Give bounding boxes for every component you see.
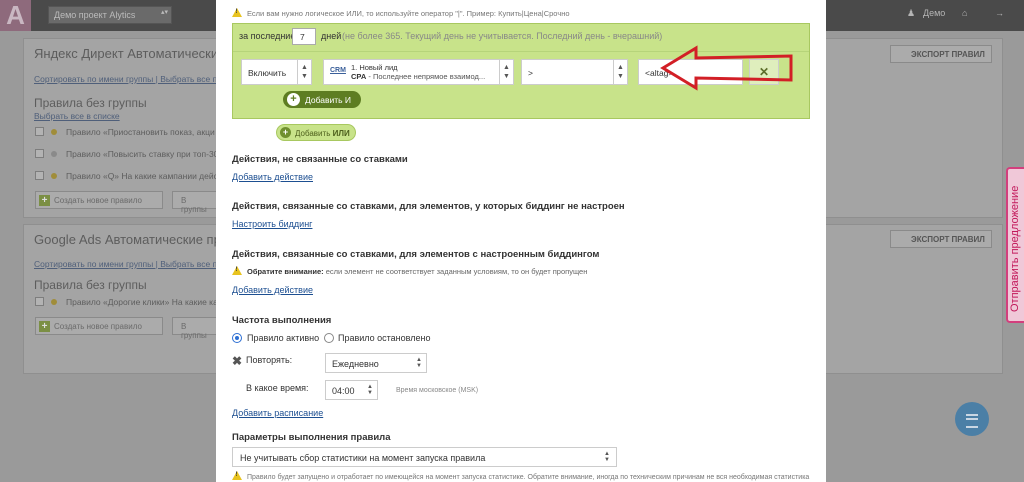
updown-icon: ▲ ▼ (297, 60, 311, 84)
days-label: дней (321, 31, 342, 41)
plus-icon: + (39, 195, 50, 206)
updown-icon: ▲ ▼ (416, 357, 422, 369)
group-title: Правила без группы (34, 96, 147, 110)
rule-checkbox[interactable] (35, 171, 44, 180)
sort-links[interactable]: Сортировать по имени группы | Выбрать вс… (34, 74, 231, 84)
add-or-button[interactable]: + Добавить ИЛИ (276, 124, 356, 141)
params-note: Правило будет запущено и отработает по и… (232, 471, 809, 481)
project-select[interactable]: Демо проект Alytics (48, 6, 172, 24)
sort-links[interactable]: Сортировать по имени группы | Выбрать вс… (34, 259, 227, 269)
days-hint: (не более 365. Текущий день не учитывает… (342, 31, 663, 41)
rule-stopped-radio[interactable] (324, 333, 334, 343)
group-button[interactable]: В группы (172, 191, 220, 214)
params-title: Параметры выполнения правила (232, 432, 391, 443)
add-schedule-link[interactable]: Добавить расписание (232, 408, 323, 418)
add-action-link[interactable]: Добавить действие (232, 172, 313, 182)
time-select[interactable]: 04:00 ▲ ▼ (325, 380, 378, 400)
user-name[interactable]: Демо (923, 8, 945, 18)
rule-row[interactable]: Правило «Повысить ставку при топ-30» Н (66, 149, 232, 159)
group-button[interactable]: В группы (172, 317, 220, 340)
updown-icon: ▲ ▼ (604, 451, 610, 463)
crm-icon: CRM (330, 67, 346, 74)
rule-checkbox[interactable] (35, 297, 44, 306)
params-select[interactable]: Не учитывать сбор статистики на момент з… (232, 447, 617, 467)
updown-icon: ▲ ▼ (613, 60, 627, 84)
setup-bidding-link[interactable]: Настроить биддинг (232, 219, 312, 229)
time-zone-note: Время московское (MSK) (396, 387, 479, 394)
status-dot (51, 129, 57, 135)
plus-icon: + (287, 93, 300, 106)
rule-checkbox[interactable] (35, 149, 44, 158)
chat-fab-icon[interactable] (955, 402, 989, 436)
section-title: Действия, не связанные со ставками (232, 154, 408, 165)
rule-active-radio[interactable] (232, 333, 242, 343)
warning-icon (232, 471, 242, 480)
operator-select[interactable]: > ▲ ▼ (521, 59, 628, 85)
status-dot (51, 173, 57, 179)
select-all-link[interactable]: Выбрать все в списке (34, 111, 120, 121)
rule-checkbox[interactable] (35, 127, 44, 136)
export-rules-button[interactable]: ЭКСПОРТ ПРАВИЛ (890, 45, 992, 63)
frequency-title: Частота выполнения (232, 315, 332, 326)
rule-row[interactable]: Правило «Дорогие клики» На какие кампа (66, 297, 233, 307)
repeat-label: Повторять: (246, 355, 293, 365)
annotation-arrow-icon (660, 45, 793, 91)
rule-stopped-label[interactable]: Правило остановлено (338, 333, 430, 343)
mode-select[interactable]: Включить ▲ ▼ (241, 59, 312, 85)
create-rule-button[interactable]: + Создать новое правило (35, 191, 163, 209)
or-operator-hint: Если вам нужно логическое ИЛИ, то исполь… (232, 8, 570, 18)
export-rules-button[interactable]: ЭКСПОРТ ПРАВИЛ (890, 230, 992, 248)
create-rule-button[interactable]: + Создать новое правило (35, 317, 163, 335)
days-input[interactable]: 7 (292, 28, 316, 45)
metric-text: 1. Новый лид CPA - Последнее непрямое вза… (351, 63, 486, 81)
feedback-tab-label[interactable]: Отправить предложение (1009, 172, 1021, 312)
home-icon[interactable]: ⌂ (962, 8, 967, 18)
section-title: Действия, связанные со ставками, для эле… (232, 249, 600, 260)
time-label: В какое время: (246, 383, 309, 393)
warning-icon (232, 266, 242, 275)
add-and-button[interactable]: + Добавить И (283, 91, 361, 108)
logout-icon[interactable]: → (995, 8, 1004, 18)
warning-icon (232, 8, 242, 17)
close-icon[interactable]: ✖ (232, 354, 242, 368)
add-action-link[interactable]: Добавить действие (232, 285, 313, 295)
attention-note: Обратите внимание: если элемент не соотв… (232, 266, 587, 276)
plus-icon: + (39, 321, 50, 332)
rule-active-label[interactable]: Правило активно (247, 333, 319, 343)
group-title: Правила без группы (34, 278, 147, 292)
status-dot (51, 151, 57, 157)
rule-row[interactable]: Правило «Приостановить показ, акци (66, 127, 215, 137)
metric-select[interactable]: CRM 1. Новый лид CPA - Последнее непрямое… (323, 59, 514, 85)
updown-icon: ▲ ▼ (367, 384, 373, 396)
period-label: за последние (239, 31, 296, 41)
plus-icon: + (280, 127, 291, 138)
app-logo: A (0, 0, 31, 31)
updown-icon: ▲ ▼ (499, 60, 513, 84)
section-title: Действия, связанные со ставками, для эле… (232, 201, 625, 212)
repeat-select[interactable]: Ежедневно ▲ ▼ (325, 353, 427, 373)
status-dot (51, 299, 57, 305)
rule-row[interactable]: Правило «Q» На какие кампании действия (66, 171, 236, 181)
user-icon[interactable]: ♟ (907, 8, 915, 19)
